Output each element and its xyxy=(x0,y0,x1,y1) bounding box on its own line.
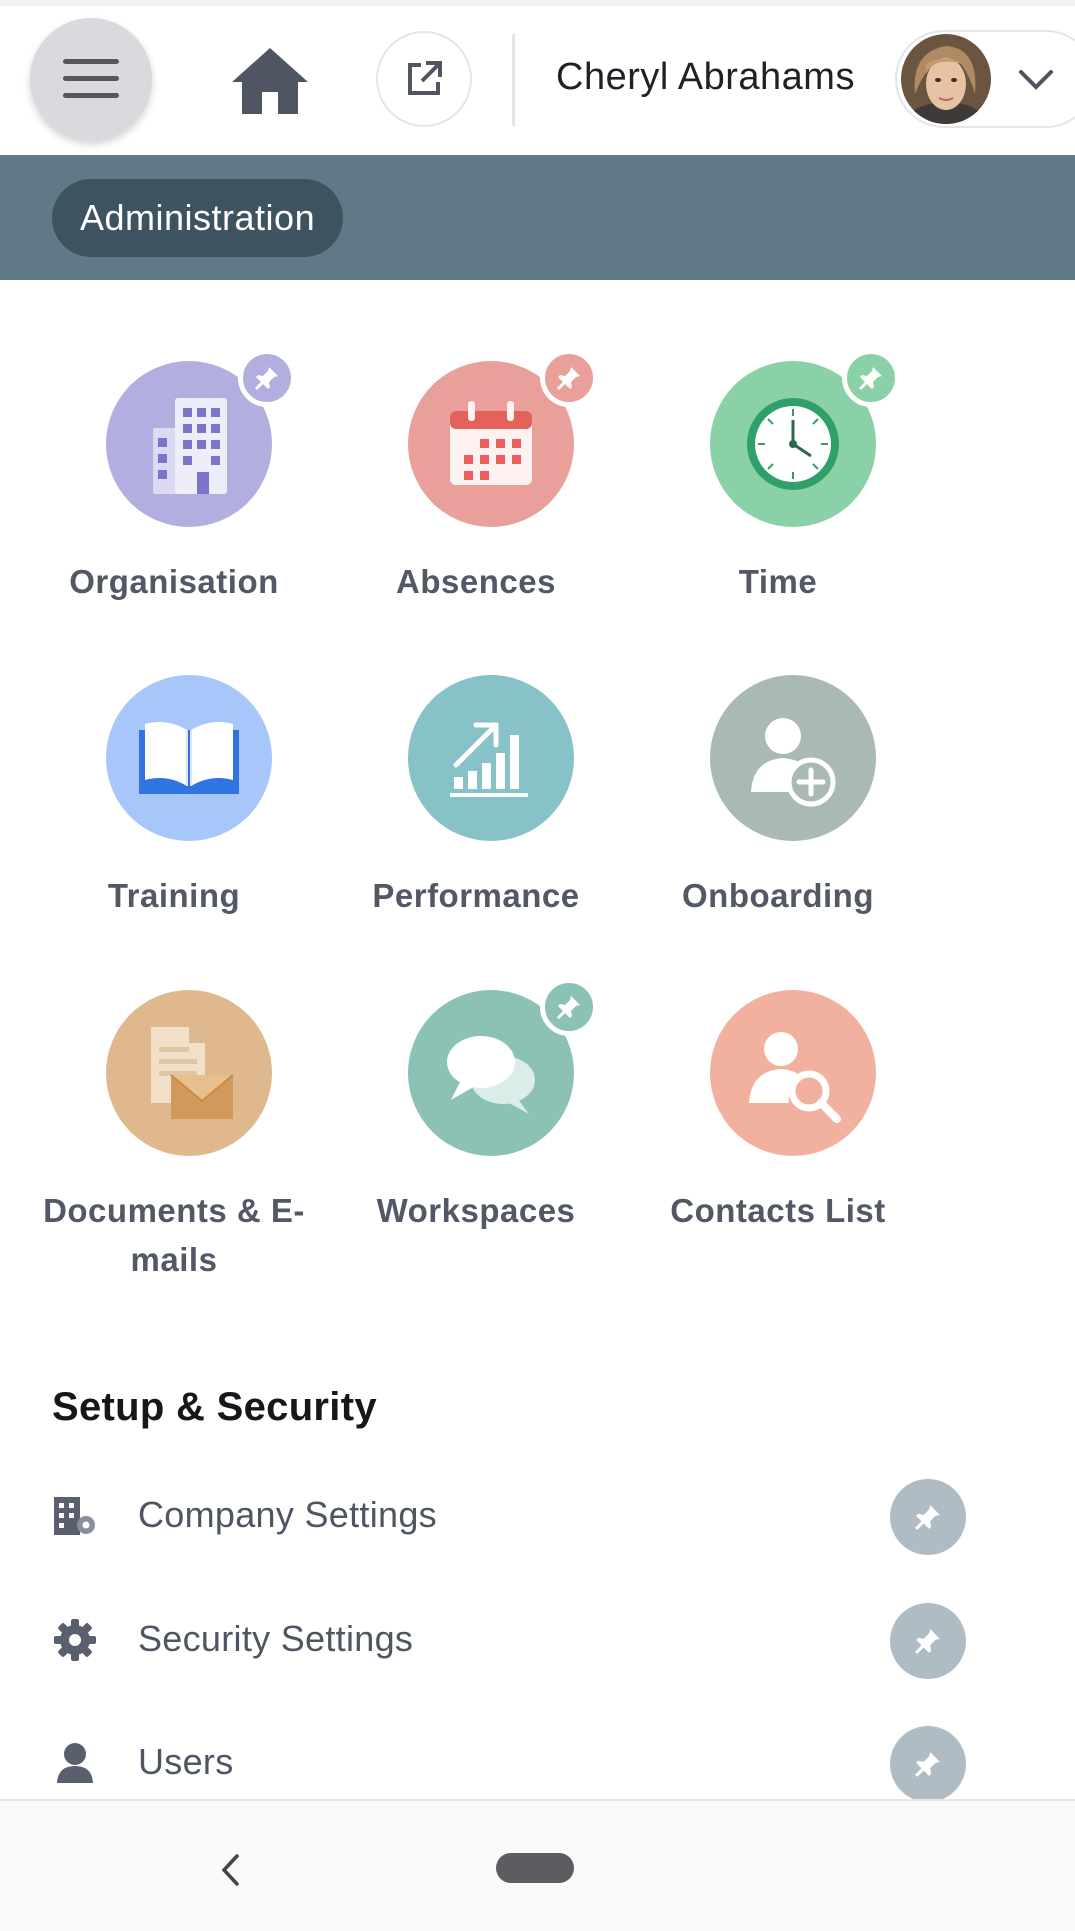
module-label: Workspaces xyxy=(376,1192,576,1229)
home-button[interactable] xyxy=(225,36,315,126)
settings-item-users[interactable]: Users xyxy=(0,1713,1075,1813)
module-label: Organisation xyxy=(69,563,279,600)
add-person-icon xyxy=(710,675,876,841)
module-label-line: Documents & E- xyxy=(43,1192,305,1229)
section-band: Administration xyxy=(0,155,1075,280)
pin-icon xyxy=(915,1752,940,1777)
module-label-line: mails xyxy=(130,1241,218,1278)
header-divider xyxy=(512,34,515,126)
app-header: Cheryl Abrahams xyxy=(0,0,1075,155)
pin-icon xyxy=(915,1505,940,1530)
module-label: Performance xyxy=(372,877,580,914)
settings-item-label: Users xyxy=(138,1741,234,1782)
settings-item-company[interactable]: Company Settings xyxy=(0,1466,1075,1566)
pin-icon[interactable] xyxy=(238,349,296,407)
user-avatar[interactable] xyxy=(901,34,991,124)
pin-icon[interactable] xyxy=(540,978,598,1036)
module-label: Time xyxy=(738,563,818,600)
user-icon xyxy=(50,1738,100,1788)
back-button[interactable] xyxy=(210,1845,250,1895)
menu-button[interactable] xyxy=(30,18,152,140)
book-icon xyxy=(106,675,272,841)
gear-icon xyxy=(50,1615,100,1665)
pin-icon xyxy=(915,1629,940,1654)
home-pill[interactable] xyxy=(496,1853,574,1883)
module-label: Training xyxy=(107,877,241,914)
home-icon xyxy=(232,48,308,114)
chevron-down-icon[interactable] xyxy=(1018,64,1054,94)
settings-item-security[interactable]: Security Settings xyxy=(0,1590,1075,1690)
module-label: Onboarding xyxy=(682,877,874,914)
module-grid: Organisation Absences Time Training Perf… xyxy=(0,280,1075,1320)
hamburger-icon xyxy=(63,59,119,98)
open-external-button[interactable] xyxy=(376,31,472,127)
module-label: Absences xyxy=(396,563,556,600)
open-external-icon xyxy=(408,61,442,95)
user-name: Cheryl Abrahams xyxy=(556,56,855,98)
growth-chart-icon xyxy=(408,675,574,841)
module-label: Documents & E- mails xyxy=(24,1186,324,1284)
settings-item-label: Company Settings xyxy=(138,1494,437,1535)
pin-icon[interactable] xyxy=(842,349,900,407)
settings-item-label: Security Settings xyxy=(138,1618,414,1659)
administration-pill[interactable]: Administration xyxy=(52,179,344,257)
person-search-icon xyxy=(710,990,876,1156)
system-nav-bar xyxy=(0,1799,1075,1931)
back-icon xyxy=(221,1854,239,1886)
section-title: Setup & Security xyxy=(52,1385,377,1429)
pin-button[interactable] xyxy=(890,1603,966,1679)
module-label: Contacts List xyxy=(670,1192,886,1229)
pin-icon[interactable] xyxy=(540,349,598,407)
pin-button[interactable] xyxy=(890,1479,966,1555)
company-settings-icon xyxy=(50,1491,100,1541)
document-mail-icon xyxy=(106,990,272,1156)
pin-button[interactable] xyxy=(890,1726,966,1802)
